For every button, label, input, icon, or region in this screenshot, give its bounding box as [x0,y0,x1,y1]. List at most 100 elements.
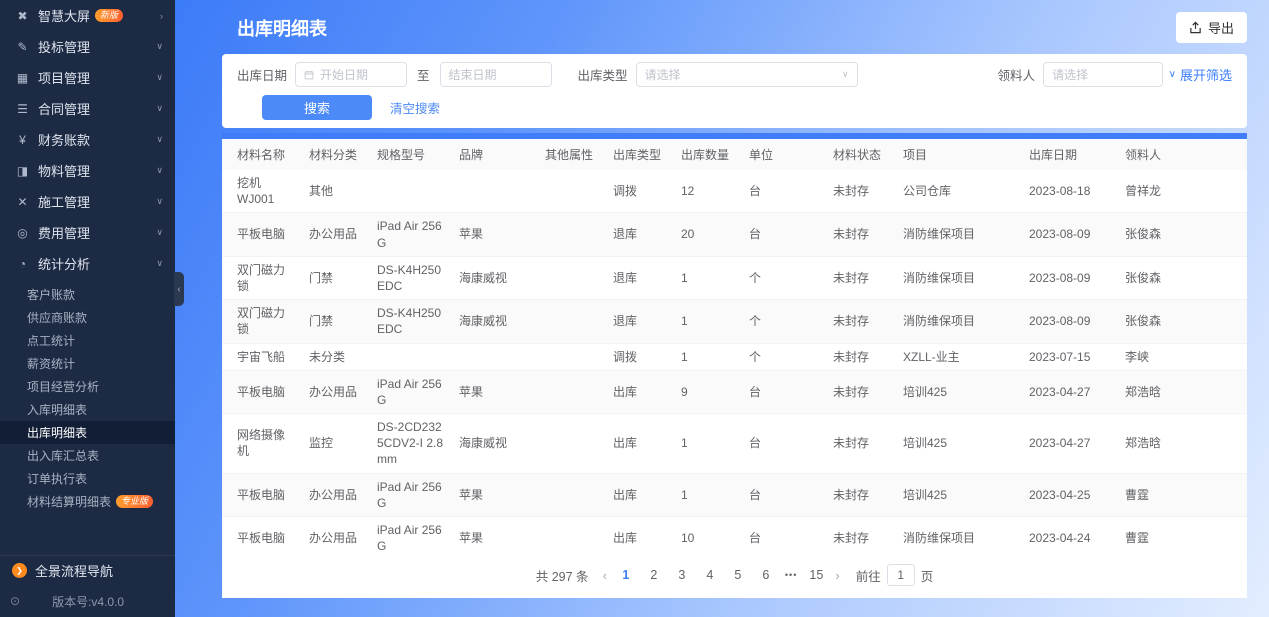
table-cell: 公司仓库 [896,170,1022,214]
table-cell: 未封存 [826,516,896,554]
table-cell: 个 [742,299,826,344]
table-cell: 2023-08-18 [1022,170,1118,214]
pagination: 共 297 条 ‹ 123456 ••• 15 › 前往 页 [222,554,1247,598]
table-cell: 台 [742,170,826,214]
goto-unit-label: 页 [920,569,934,584]
search-button[interactable]: 搜索 [262,95,372,120]
table-cell: 苹果 [452,370,538,415]
sidebar-item-label: 财务账款 [38,133,91,148]
page-number-button[interactable]: 2 [645,568,663,582]
sidebar-item-panorama-nav[interactable]: ❯ 全景流程导航 [0,555,175,585]
prev-page-button[interactable]: ‹ [601,568,609,583]
goto-label: 前往 [855,569,881,584]
sidebar-subitem-supplier-accounts[interactable]: 供应商账款 [0,306,175,329]
table-row: 宇宙飞船 未分类 调拨 1 个未封存 XZLL-业主 2023-07-15 李峡 [222,343,1247,371]
table-cell: 消防维保项目 [896,212,1022,257]
clear-search-link[interactable]: 清空搜索 [390,98,440,117]
table-row: 平板电脑 办公用品 iPad Air 256 G 苹果 退库 20 台未封存 消防维保项目 20… [222,212,1247,257]
table-cell: 其他 [302,170,370,214]
filter-actions: 搜索 清空搜索 [237,95,1232,120]
panorama-nav-label: 全景流程导航 [35,564,114,579]
sidebar-item-bidding[interactable]: ✎ 投标管理 ∨ [0,31,175,62]
table-cell: 2023-04-27 [1022,413,1118,474]
main-content: 出库明细表 导出 出库日期 至 [175,0,1269,617]
table-cell: 张俊森 [1118,212,1247,257]
sidebar-item-smart-screen[interactable]: ✖ 智慧大屏 新版 › [0,0,175,31]
page-number-button[interactable]: 15 [807,568,825,582]
table-cell: 未封存 [826,299,896,344]
requisitioner-select[interactable]: 请选择 [1043,62,1164,87]
table-cell: 未分类 [302,343,370,371]
page-number-button[interactable]: 3 [673,568,691,582]
sidebar-subitem-label: 薪资统计 [27,357,76,371]
sidebar-item-project[interactable]: ▦ 项目管理 ∨ [0,62,175,93]
chevron-down-icon: ∨ [156,258,163,268]
page-number-button[interactable]: 6 [757,568,775,582]
page-number-button[interactable]: 5 [729,568,747,582]
table-cell: iPad Air 256 G [370,516,452,554]
table-cell: 苹果 [452,516,538,554]
stats-icon: ◔ [18,256,27,271]
table-cell [452,343,538,371]
table-cell: 未封存 [826,256,896,301]
sidebar-subitem-label: 订单执行表 [27,472,88,486]
new-version-badge: 新版 [95,9,124,22]
table-cell: 门禁 [302,256,370,301]
table-cell [538,473,606,518]
pager-ellipsis[interactable]: ••• [785,570,797,580]
expand-filters-link[interactable]: ∨ 展开筛选 [1169,65,1232,84]
sidebar-collapse-handle[interactable]: ‹ [174,272,184,306]
table-cell: 张俊森 [1118,299,1247,344]
sidebar-subitem-material-settlement[interactable]: 材料结算明细表 专业版 [0,490,175,513]
chevron-down-icon: ∨ [1168,69,1176,80]
start-date-field[interactable] [319,67,399,82]
sidebar-subitem-salary-stats[interactable]: 薪资统计 [0,352,175,375]
chevron-down-icon: ∨ [156,165,163,175]
sidebar-item-label: 合同管理 [38,102,91,117]
table-row: 平板电脑 办公用品 iPad Air 256 G 苹果 出库 9 台未封存 培训425 2023… [222,370,1247,415]
table-cell: 未封存 [826,343,896,371]
page-number-button[interactable]: 4 [701,568,719,582]
sidebar-item-contract[interactable]: ☰ 合同管理 ∨ [0,93,175,124]
app-root: ✖ 智慧大屏 新版 › ✎ 投标管理 ∨ ▦ 项目管理 ∨ ☰ 合同管理 ∨ ¥ 财务账款 ∨ ◨ 物料管理 ∨ ✕ 施… [0,0,1269,617]
table-cell: 张俊森 [1118,256,1247,301]
table-cell: 1 [674,256,742,301]
sidebar-subitem-inout-summary[interactable]: 出入库汇总表 [0,444,175,467]
table-cell: 2023-04-24 [1022,516,1118,554]
filter-row: 出库日期 至 出库类型 请选择 ∨ 领料人 [237,62,1232,87]
sidebar-subitem-daywork-stats[interactable]: 点工统计 [0,329,175,352]
export-button[interactable]: 导出 [1175,12,1247,43]
table-header-row: 材料名称 材料分类 规格型号 品牌 其他属性 出库类型 出库数量 单位 材料状态 项目 出库日期 领料… [222,139,1247,170]
end-date-input[interactable] [439,62,552,87]
sidebar-subitem-customer-accounts[interactable]: 客户账款 [0,283,175,306]
column-header: 材料分类 [302,139,370,170]
table-cell: 退库 [606,256,674,301]
sidebar-item-finance[interactable]: ¥ 财务账款 ∨ [0,124,175,155]
table-cell: 2023-07-15 [1022,343,1118,371]
sidebar-item-label: 投标管理 [38,40,91,55]
sidebar-subitem-inbound-detail[interactable]: 入库明细表 [0,398,175,421]
table-cell: 未封存 [826,473,896,518]
goto-page-input[interactable] [886,564,915,586]
sidebar-item-expense[interactable]: ◎ 费用管理 ∨ [0,217,175,248]
export-icon [1190,21,1201,34]
sidebar-subitem-project-analysis[interactable]: 项目经营分析 [0,375,175,398]
sidebar-subitem-order-execution[interactable]: 订单执行表 [0,467,175,490]
table-cell: 曾祥龙 [1118,170,1247,214]
column-header: 出库类型 [606,139,674,170]
page-number-button[interactable]: 1 [617,568,635,582]
end-date-field[interactable] [448,67,543,82]
sidebar-item-statistics[interactable]: ◔ 统计分析 ∨ [0,248,175,279]
next-page-button[interactable]: › [833,568,841,583]
expand-filters-label: 展开筛选 [1179,68,1232,83]
sidebar-subitem-outbound-detail[interactable]: 出库明细表 [0,421,175,444]
table-cell: iPad Air 256 G [370,212,452,257]
start-date-input[interactable] [295,62,408,87]
outbound-type-select[interactable]: 请选择 ∨ [635,62,858,87]
table-cell: 未封存 [826,212,896,257]
chevron-down-icon: ∨ [156,227,163,237]
table-cell: 出库 [606,516,674,554]
sidebar-item-construction[interactable]: ✕ 施工管理 ∨ [0,186,175,217]
sidebar-item-material[interactable]: ◨ 物料管理 ∨ [0,155,175,186]
chevron-down-icon: ∨ [156,72,163,82]
